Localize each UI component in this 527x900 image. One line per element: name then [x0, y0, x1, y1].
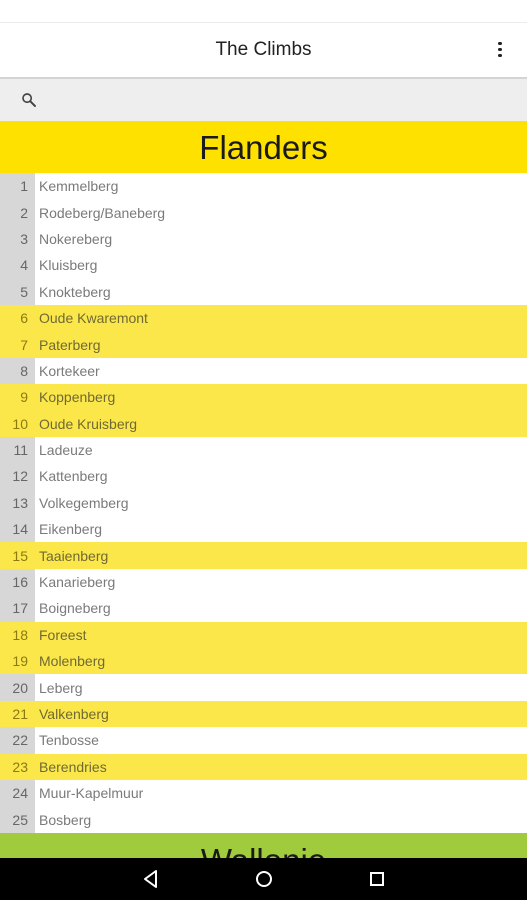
search-input[interactable]	[44, 84, 508, 118]
climb-row[interactable]: 5 Knokteberg	[0, 278, 527, 305]
climb-number: 7	[0, 331, 35, 358]
climb-row[interactable]: 10 Oude Kruisberg	[0, 410, 527, 437]
climb-name: Oude Kwaremont	[39, 310, 148, 327]
climb-row[interactable]: 25 Bosberg	[0, 806, 527, 833]
climb-number: 13	[0, 489, 35, 517]
climb-row[interactable]: 20 Leberg	[0, 674, 527, 701]
climb-number: 12	[0, 463, 35, 490]
climb-number: 8	[0, 357, 35, 385]
climb-number: 6	[0, 304, 35, 332]
climb-number: 16	[0, 568, 35, 596]
climb-number: 17	[0, 595, 35, 622]
climb-number: 19	[0, 648, 35, 675]
climb-name: Berendries	[39, 758, 107, 775]
climb-row[interactable]: 23 Berendries	[0, 753, 527, 780]
climb-row[interactable]: 17 Boigneberg	[0, 595, 527, 622]
climb-number: 21	[0, 700, 35, 728]
climb-name: Oude Kruisberg	[39, 415, 138, 432]
climb-name: Kattenberg	[39, 468, 108, 485]
climb-name: Rodeberg/Baneberg	[39, 204, 166, 221]
climb-name: Tenbosse	[39, 732, 99, 749]
climb-number: 4	[0, 252, 35, 279]
climb-name: Ladeuze	[39, 442, 93, 459]
climb-row[interactable]: 18 Foreest	[0, 621, 527, 649]
climb-number: 3	[0, 225, 35, 253]
climb-number: 23	[0, 753, 35, 780]
climb-number: 20	[0, 674, 35, 701]
climb-name: Koppenberg	[39, 389, 116, 406]
search-icon[interactable]	[20, 91, 38, 109]
climb-row[interactable]: 12 Kattenberg	[0, 463, 527, 490]
climb-row[interactable]: 13 Volkegemberg	[0, 489, 527, 517]
climb-name: Valkenberg	[39, 706, 109, 722]
climb-name: Volkegemberg	[39, 494, 129, 511]
climb-name: Nokereberg	[39, 230, 113, 247]
climb-number: 22	[0, 727, 35, 754]
nav-recents-icon[interactable]	[366, 868, 388, 890]
climb-name: Taaienberg	[39, 547, 109, 564]
climb-number: 1	[0, 173, 35, 200]
app-title: The Climbs	[215, 39, 312, 60]
climb-row[interactable]: 7 Paterberg	[0, 331, 527, 358]
climb-name: Muur-Kapelmuur	[39, 785, 144, 802]
climb-name: Foreest	[39, 626, 87, 643]
climb-number: 9	[0, 384, 35, 411]
section-header-wallonie[interactable]: Wallonie	[0, 833, 527, 858]
nav-home-icon[interactable]	[253, 868, 275, 890]
climb-name: Kluisberg	[39, 257, 98, 274]
climb-row[interactable]: 1 Kemmelberg	[0, 173, 527, 200]
climb-row[interactable]: 15 Taaienberg	[0, 542, 527, 569]
climb-row[interactable]: 6 Oude Kwaremont	[0, 304, 527, 332]
status-bar	[0, 0, 527, 23]
search-bar	[0, 79, 527, 121]
climb-row[interactable]: 22 Tenbosse	[0, 727, 527, 754]
climb-number: 25	[0, 806, 35, 833]
climb-number: 14	[0, 516, 35, 543]
climb-number: 5	[0, 278, 35, 305]
climb-row[interactable]: 2 Rodeberg/Baneberg	[0, 199, 527, 226]
climb-name: Molenberg	[39, 653, 106, 670]
climb-name: Kemmelberg	[39, 178, 119, 195]
climb-row[interactable]: 24 Muur-Kapelmuur	[0, 779, 527, 807]
climb-number: 15	[0, 542, 35, 569]
climb-row[interactable]: 8 Kortekeer	[0, 357, 527, 385]
climb-row[interactable]: 3 Nokereberg	[0, 225, 527, 253]
climb-row[interactable]: 14 Eikenberg	[0, 516, 527, 543]
nav-back-icon[interactable]	[140, 868, 162, 890]
climb-name: Eikenberg	[39, 521, 103, 538]
climb-number: 10	[0, 410, 35, 437]
climb-name: Leberg	[39, 679, 83, 696]
climb-number: 24	[0, 779, 35, 807]
climb-name: Kanarieberg	[39, 574, 116, 591]
climb-name: Boigneberg	[39, 600, 111, 617]
climb-row[interactable]: 9 Koppenberg	[0, 384, 527, 411]
climb-row[interactable]: 11 Ladeuze	[0, 436, 527, 464]
climb-row[interactable]: 4 Kluisberg	[0, 252, 527, 279]
climb-number: 2	[0, 199, 35, 226]
navigation-bar	[0, 858, 527, 900]
climb-name: Kortekeer	[39, 362, 100, 379]
climb-name: Knokteberg	[39, 283, 111, 300]
overflow-menu-icon[interactable]	[495, 40, 505, 60]
app-bar: The Climbs	[0, 23, 527, 79]
climb-name: Bosberg	[39, 811, 92, 828]
climb-name: Paterberg	[39, 336, 101, 353]
climb-number: 11	[0, 436, 35, 464]
climb-row[interactable]: 16 Kanarieberg	[0, 568, 527, 596]
climb-list: 1 Kemmelberg 2 Rodeberg/Baneberg 3 Nokereberg…	[0, 173, 527, 833]
section-header-flanders[interactable]: Flanders	[0, 121, 527, 173]
climb-row[interactable]: 19 Molenberg	[0, 648, 527, 675]
climb-row[interactable]: 21 Valkenberg	[0, 700, 527, 728]
climb-number: 18	[0, 621, 35, 649]
